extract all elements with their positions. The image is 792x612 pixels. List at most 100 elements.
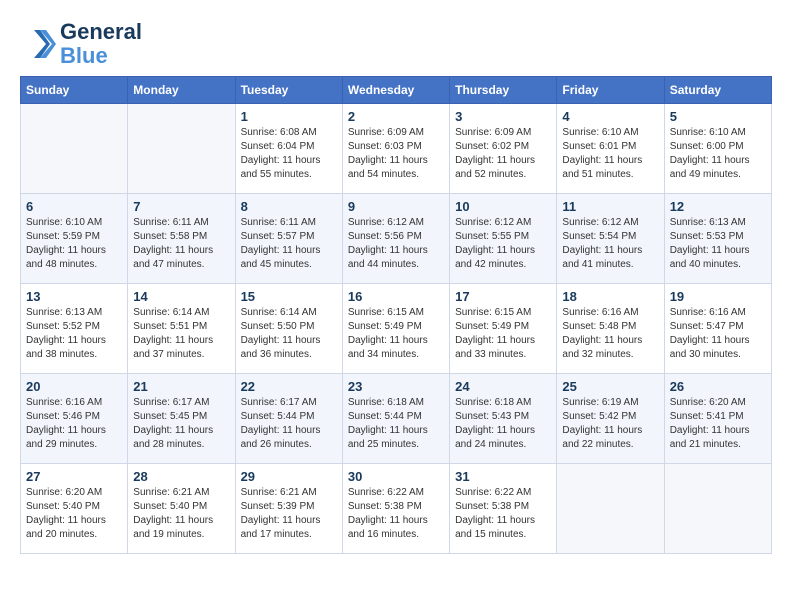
calendar-cell: 23 Sunrise: 6:18 AM Sunset: 5:44 PM Dayli… xyxy=(342,374,449,464)
calendar-week-3: 13 Sunrise: 6:13 AM Sunset: 5:52 PM Dayli… xyxy=(21,284,772,374)
calendar-cell: 15 Sunrise: 6:14 AM Sunset: 5:50 PM Dayli… xyxy=(235,284,342,374)
calendar-cell: 13 Sunrise: 6:13 AM Sunset: 5:52 PM Dayli… xyxy=(21,284,128,374)
day-info: Sunrise: 6:13 AM Sunset: 5:53 PM Dayligh… xyxy=(670,216,766,272)
calendar-cell: 18 Sunrise: 6:16 AM Sunset: 5:48 PM Dayli… xyxy=(557,284,664,374)
day-info: Sunrise: 6:10 AM Sunset: 6:00 PM Dayligh… xyxy=(670,126,766,182)
calendar-cell: 5 Sunrise: 6:10 AM Sunset: 6:00 PM Daylig… xyxy=(664,104,771,194)
calendar-cell: 22 Sunrise: 6:17 AM Sunset: 5:44 PM Dayli… xyxy=(235,374,342,464)
day-info: Sunrise: 6:14 AM Sunset: 5:51 PM Dayligh… xyxy=(133,306,229,362)
calendar-cell: 3Sunrise: 6:09 AM Sunset: 6:02 PM Daylig… xyxy=(450,104,557,194)
calendar-cell: 28 Sunrise: 6:21 AM Sunset: 5:40 PM Dayli… xyxy=(128,464,235,554)
calendar-cell xyxy=(128,104,235,194)
day-number: 6 xyxy=(26,199,122,214)
calendar-week-4: 20 Sunrise: 6:16 AM Sunset: 5:46 PM Dayli… xyxy=(21,374,772,464)
logo-text: General Blue xyxy=(60,20,142,68)
day-number: 31 xyxy=(455,469,551,484)
day-info: Sunrise: 6:22 AM Sunset: 5:38 PM Dayligh… xyxy=(348,486,444,542)
calendar-cell: 19Sunrise: 6:16 AM Sunset: 5:47 PM Dayli… xyxy=(664,284,771,374)
day-number: 14 xyxy=(133,289,229,304)
day-info: Sunrise: 6:10 AM Sunset: 5:59 PM Dayligh… xyxy=(26,216,122,272)
day-info: Sunrise: 6:21 AM Sunset: 5:39 PM Dayligh… xyxy=(241,486,337,542)
calendar-cell: 20 Sunrise: 6:16 AM Sunset: 5:46 PM Dayli… xyxy=(21,374,128,464)
day-number: 22 xyxy=(241,379,337,394)
calendar-table: SundayMondayTuesdayWednesdayThursdayFrid… xyxy=(20,76,772,554)
calendar-cell xyxy=(557,464,664,554)
day-info: Sunrise: 6:16 AM Sunset: 5:46 PM Dayligh… xyxy=(26,396,122,452)
calendar-cell: 2Sunrise: 6:09 AM Sunset: 6:03 PM Daylig… xyxy=(342,104,449,194)
calendar-cell: 12 Sunrise: 6:13 AM Sunset: 5:53 PM Dayli… xyxy=(664,194,771,284)
day-number: 16 xyxy=(348,289,444,304)
day-info: Sunrise: 6:12 AM Sunset: 5:56 PM Dayligh… xyxy=(348,216,444,272)
day-number: 9 xyxy=(348,199,444,214)
day-info: Sunrise: 6:09 AM Sunset: 6:03 PM Dayligh… xyxy=(348,126,444,182)
day-number: 23 xyxy=(348,379,444,394)
day-info: Sunrise: 6:14 AM Sunset: 5:50 PM Dayligh… xyxy=(241,306,337,362)
day-info: Sunrise: 6:15 AM Sunset: 5:49 PM Dayligh… xyxy=(455,306,551,362)
day-info: Sunrise: 6:15 AM Sunset: 5:49 PM Dayligh… xyxy=(348,306,444,362)
calendar-cell: 27 Sunrise: 6:20 AM Sunset: 5:40 PM Dayli… xyxy=(21,464,128,554)
day-info: Sunrise: 6:13 AM Sunset: 5:52 PM Dayligh… xyxy=(26,306,122,362)
calendar-cell: 29Sunrise: 6:21 AM Sunset: 5:39 PM Dayli… xyxy=(235,464,342,554)
day-info: Sunrise: 6:12 AM Sunset: 5:54 PM Dayligh… xyxy=(562,216,658,272)
calendar-cell: 14 Sunrise: 6:14 AM Sunset: 5:51 PM Dayli… xyxy=(128,284,235,374)
day-number: 24 xyxy=(455,379,551,394)
day-number: 15 xyxy=(241,289,337,304)
weekday-header-sunday: Sunday xyxy=(21,77,128,104)
calendar-cell: 6 Sunrise: 6:10 AM Sunset: 5:59 PM Daylig… xyxy=(21,194,128,284)
day-number: 25 xyxy=(562,379,658,394)
day-number: 3 xyxy=(455,109,551,124)
page-header: General Blue xyxy=(20,20,772,68)
calendar-week-5: 27 Sunrise: 6:20 AM Sunset: 5:40 PM Dayli… xyxy=(21,464,772,554)
calendar-cell: 1 Sunrise: 6:08 AM Sunset: 6:04 PM Daylig… xyxy=(235,104,342,194)
day-info: Sunrise: 6:20 AM Sunset: 5:40 PM Dayligh… xyxy=(26,486,122,542)
day-number: 5 xyxy=(670,109,766,124)
day-number: 12 xyxy=(670,199,766,214)
calendar-week-1: 1 Sunrise: 6:08 AM Sunset: 6:04 PM Daylig… xyxy=(21,104,772,194)
calendar-cell: 25 Sunrise: 6:19 AM Sunset: 5:42 PM Dayli… xyxy=(557,374,664,464)
calendar-cell: 17 Sunrise: 6:15 AM Sunset: 5:49 PM Dayli… xyxy=(450,284,557,374)
calendar-cell: 8Sunrise: 6:11 AM Sunset: 5:57 PM Daylig… xyxy=(235,194,342,284)
day-number: 27 xyxy=(26,469,122,484)
day-number: 28 xyxy=(133,469,229,484)
day-info: Sunrise: 6:21 AM Sunset: 5:40 PM Dayligh… xyxy=(133,486,229,542)
day-number: 7 xyxy=(133,199,229,214)
day-number: 18 xyxy=(562,289,658,304)
day-number: 30 xyxy=(348,469,444,484)
day-info: Sunrise: 6:19 AM Sunset: 5:42 PM Dayligh… xyxy=(562,396,658,452)
weekday-header-thursday: Thursday xyxy=(450,77,557,104)
weekday-header-tuesday: Tuesday xyxy=(235,77,342,104)
day-number: 1 xyxy=(241,109,337,124)
day-number: 10 xyxy=(455,199,551,214)
day-number: 11 xyxy=(562,199,658,214)
calendar-cell: 31Sunrise: 6:22 AM Sunset: 5:38 PM Dayli… xyxy=(450,464,557,554)
logo: General Blue xyxy=(20,20,142,68)
day-number: 26 xyxy=(670,379,766,394)
day-number: 20 xyxy=(26,379,122,394)
day-info: Sunrise: 6:17 AM Sunset: 5:44 PM Dayligh… xyxy=(241,396,337,452)
calendar-cell: 16 Sunrise: 6:15 AM Sunset: 5:49 PM Dayli… xyxy=(342,284,449,374)
calendar-cell: 26 Sunrise: 6:20 AM Sunset: 5:41 PM Dayli… xyxy=(664,374,771,464)
logo-icon xyxy=(20,26,56,62)
calendar-cell: 10 Sunrise: 6:12 AM Sunset: 5:55 PM Dayli… xyxy=(450,194,557,284)
day-info: Sunrise: 6:16 AM Sunset: 5:48 PM Dayligh… xyxy=(562,306,658,362)
day-info: Sunrise: 6:08 AM Sunset: 6:04 PM Dayligh… xyxy=(241,126,337,182)
day-info: Sunrise: 6:20 AM Sunset: 5:41 PM Dayligh… xyxy=(670,396,766,452)
day-number: 17 xyxy=(455,289,551,304)
calendar-cell: 7 Sunrise: 6:11 AM Sunset: 5:58 PM Daylig… xyxy=(128,194,235,284)
calendar-header: SundayMondayTuesdayWednesdayThursdayFrid… xyxy=(21,77,772,104)
day-info: Sunrise: 6:11 AM Sunset: 5:58 PM Dayligh… xyxy=(133,216,229,272)
weekday-header-wednesday: Wednesday xyxy=(342,77,449,104)
day-info: Sunrise: 6:12 AM Sunset: 5:55 PM Dayligh… xyxy=(455,216,551,272)
weekday-header-saturday: Saturday xyxy=(664,77,771,104)
day-info: Sunrise: 6:18 AM Sunset: 5:44 PM Dayligh… xyxy=(348,396,444,452)
calendar-cell: 21Sunrise: 6:17 AM Sunset: 5:45 PM Dayli… xyxy=(128,374,235,464)
day-number: 13 xyxy=(26,289,122,304)
weekday-header-row: SundayMondayTuesdayWednesdayThursdayFrid… xyxy=(21,77,772,104)
day-info: Sunrise: 6:10 AM Sunset: 6:01 PM Dayligh… xyxy=(562,126,658,182)
day-info: Sunrise: 6:16 AM Sunset: 5:47 PM Dayligh… xyxy=(670,306,766,362)
calendar-cell: 24Sunrise: 6:18 AM Sunset: 5:43 PM Dayli… xyxy=(450,374,557,464)
weekday-header-monday: Monday xyxy=(128,77,235,104)
weekday-header-friday: Friday xyxy=(557,77,664,104)
day-number: 21 xyxy=(133,379,229,394)
calendar-cell: 11 Sunrise: 6:12 AM Sunset: 5:54 PM Dayli… xyxy=(557,194,664,284)
